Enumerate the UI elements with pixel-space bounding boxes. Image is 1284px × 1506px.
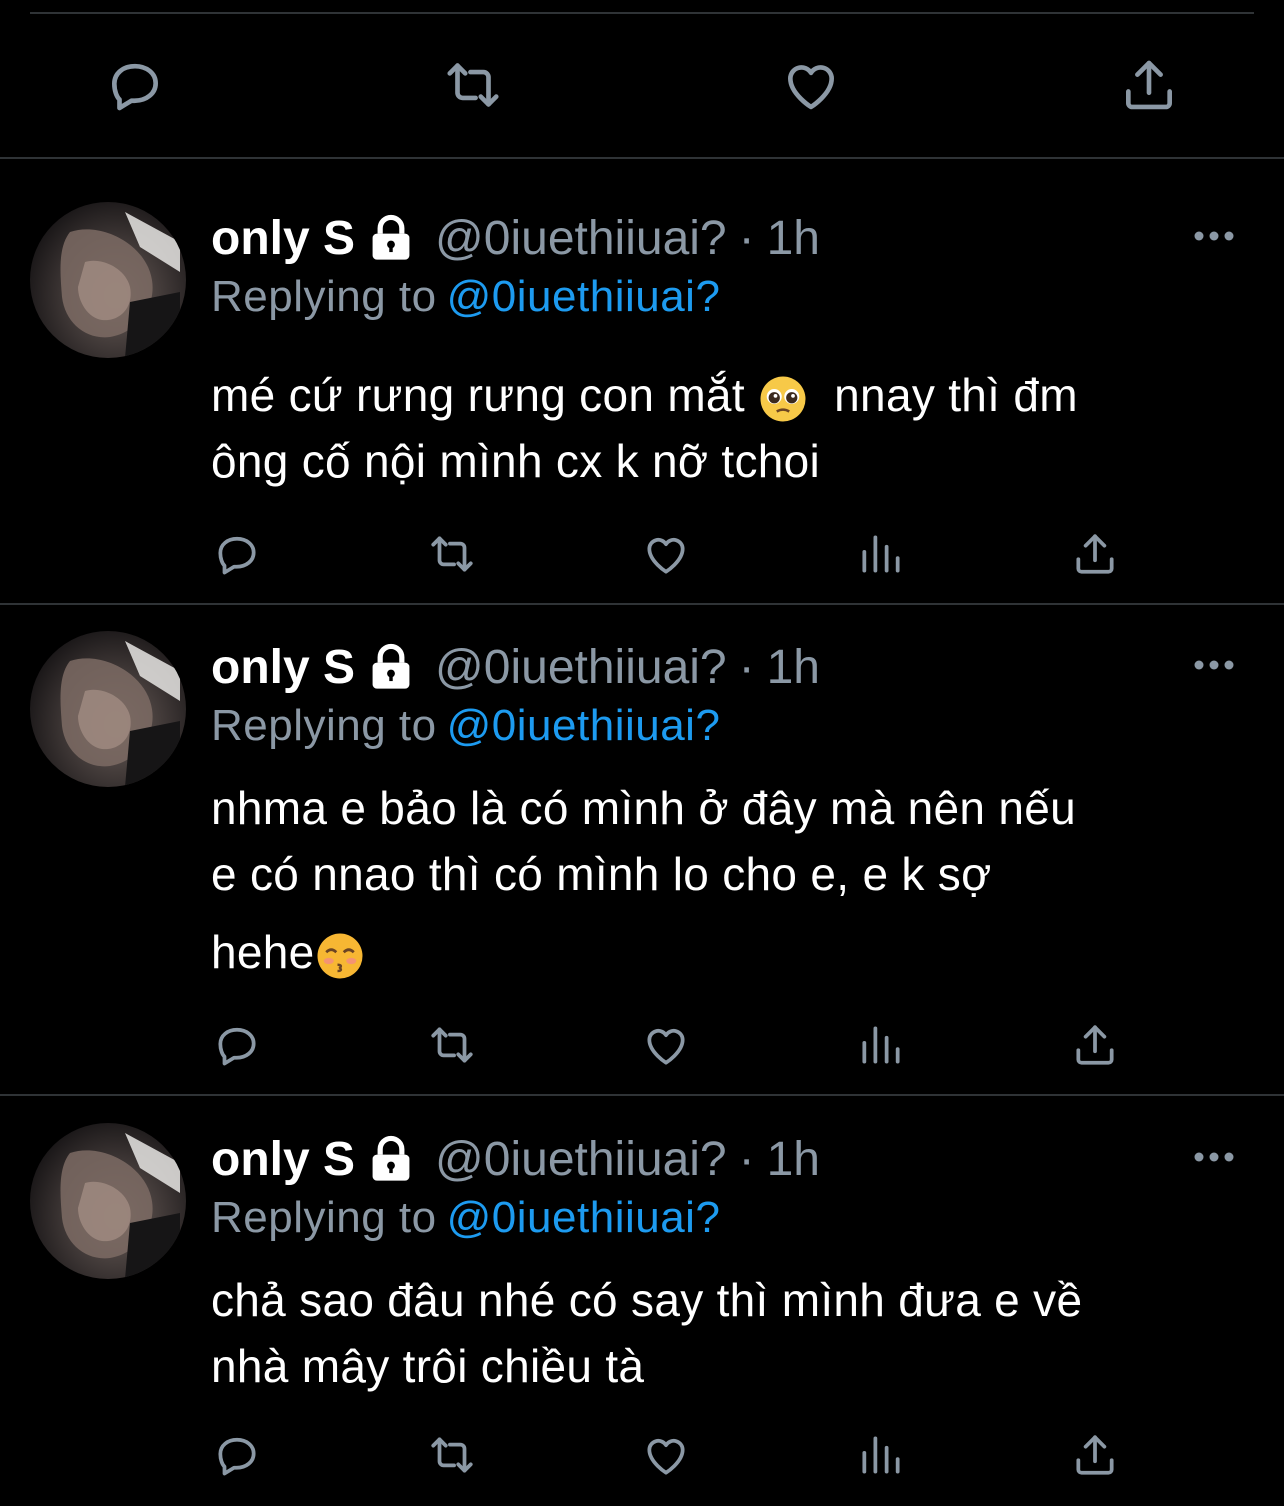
author-line: only S @0iuethiiuai? · 1h — [211, 208, 820, 268]
replying-to: Replying to @0iuethiiuai? — [211, 701, 720, 751]
share-icon[interactable] — [1067, 1427, 1123, 1483]
more-options-icon[interactable] — [1184, 645, 1244, 685]
display-name[interactable]: only S — [211, 640, 355, 695]
like-icon[interactable] — [766, 40, 856, 130]
retweet-icon[interactable] — [424, 1427, 480, 1483]
avatar[interactable] — [30, 631, 186, 787]
text-line: hehe — [211, 919, 1231, 985]
author-line: only S @0iuethiiuai? · 1h — [211, 637, 820, 697]
pleading-face-emoji — [758, 374, 808, 424]
reply-mention-link[interactable]: @0iuethiiuai? — [447, 701, 721, 750]
like-icon[interactable] — [638, 1427, 694, 1483]
timestamp[interactable]: 1h — [767, 1132, 820, 1187]
separator-dot: · — [738, 211, 755, 265]
divider — [0, 603, 1284, 605]
text-line: ông cố nội mình cx k nỡ tchoi — [211, 435, 821, 487]
divider — [0, 1094, 1284, 1096]
retweet-icon[interactable] — [428, 40, 518, 130]
share-icon[interactable] — [1104, 40, 1194, 130]
avatar[interactable] — [30, 1123, 186, 1279]
text-line: mé cứ rưng rưng con mắt nnay thì đm — [211, 362, 1231, 428]
replying-label: Replying to — [211, 1193, 437, 1242]
reply-icon[interactable] — [90, 40, 180, 130]
reply-icon[interactable] — [209, 1427, 265, 1483]
reply-mention-link[interactable]: @0iuethiiuai? — [447, 272, 721, 321]
handle[interactable]: @0iuethiiuai? — [435, 211, 727, 266]
text-line: chả sao đâu nhé có say thì mình đưa e về — [211, 1274, 1083, 1326]
retweet-icon[interactable] — [424, 526, 480, 582]
like-icon[interactable] — [638, 1017, 694, 1073]
reply-icon[interactable] — [209, 1017, 265, 1073]
display-name[interactable]: only S — [211, 1132, 355, 1187]
tweet-text: mé cứ rưng rưng con mắt nnay thì đm ông … — [211, 362, 1231, 494]
like-icon[interactable] — [638, 526, 694, 582]
lock-icon — [365, 1133, 417, 1185]
tweet-actions — [0, 1017, 1284, 1077]
kissing-face-emoji — [315, 931, 365, 981]
share-icon[interactable] — [1067, 1017, 1123, 1073]
reply-icon[interactable] — [209, 526, 265, 582]
timestamp[interactable]: 1h — [767, 211, 820, 266]
analytics-icon[interactable] — [853, 1017, 909, 1073]
analytics-icon[interactable] — [853, 1427, 909, 1483]
handle[interactable]: @0iuethiiuai? — [435, 1132, 727, 1187]
more-options-icon[interactable] — [1184, 216, 1244, 256]
timestamp[interactable]: 1h — [767, 640, 820, 695]
lock-icon — [365, 212, 417, 264]
replying-label: Replying to — [211, 701, 437, 750]
avatar[interactable] — [30, 202, 186, 358]
replying-to: Replying to @0iuethiiuai? — [211, 1193, 720, 1243]
text-line: nhma e bảo là có mình ở đây mà nên nếu — [211, 782, 1076, 834]
replying-label: Replying to — [211, 272, 437, 321]
more-options-icon[interactable] — [1184, 1137, 1244, 1177]
replying-to: Replying to @0iuethiiuai? — [211, 272, 720, 322]
separator-dot: · — [738, 1132, 755, 1186]
divider — [0, 157, 1284, 159]
share-icon[interactable] — [1067, 526, 1123, 582]
handle[interactable]: @0iuethiiuai? — [435, 640, 727, 695]
text-line: nhà mây trôi chiều tà — [211, 1340, 645, 1392]
tweet-text: chả sao đâu nhé có say thì mình đưa e về… — [211, 1267, 1231, 1399]
tweet-text: nhma e bảo là có mình ở đây mà nên nếu e… — [211, 775, 1231, 985]
tweet-actions — [0, 1427, 1284, 1487]
lock-icon — [365, 641, 417, 693]
display-name[interactable]: only S — [211, 211, 355, 266]
reply-mention-link[interactable]: @0iuethiiuai? — [447, 1193, 721, 1242]
main-tweet-actions — [0, 40, 1284, 130]
retweet-icon[interactable] — [424, 1017, 480, 1073]
analytics-icon[interactable] — [853, 526, 909, 582]
separator-dot: · — [738, 640, 755, 694]
author-line: only S @0iuethiiuai? · 1h — [211, 1129, 820, 1189]
text-line: e có nnao thì có mình lo cho e, e k sợ — [211, 848, 992, 900]
tweet-actions — [0, 526, 1284, 586]
top-divider — [30, 12, 1254, 14]
